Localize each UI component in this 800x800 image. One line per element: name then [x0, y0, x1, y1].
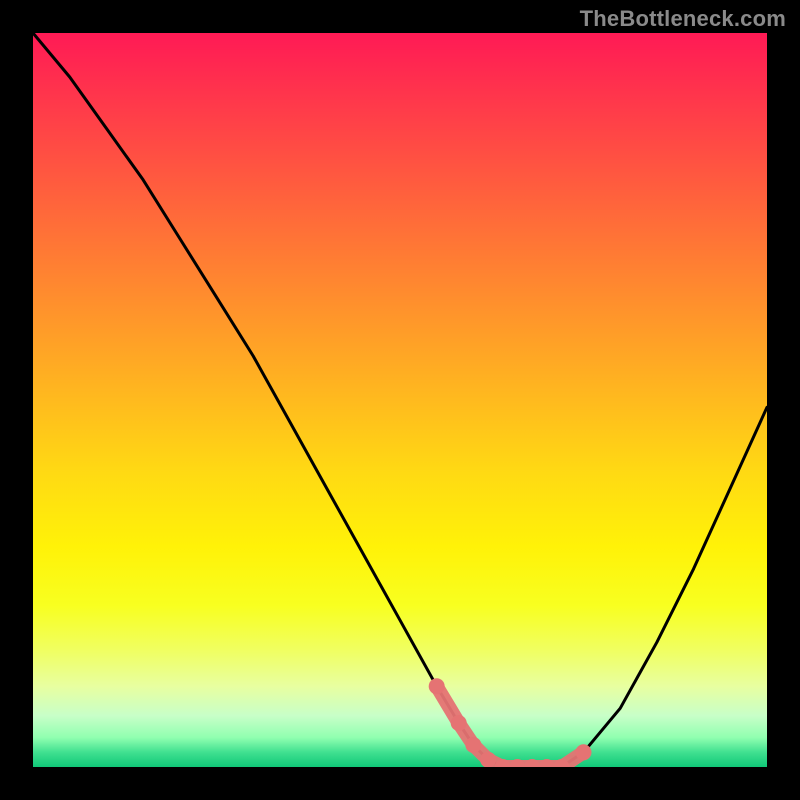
marker-dots	[429, 678, 592, 767]
bottleneck-curve	[33, 33, 767, 767]
plot-area	[33, 33, 767, 767]
marker-dot	[576, 744, 592, 760]
watermark-text: TheBottleneck.com	[580, 6, 786, 32]
marker-dot	[480, 752, 496, 767]
chart-stage: TheBottleneck.com	[0, 0, 800, 800]
marker-dot	[429, 678, 445, 694]
marker-dot	[451, 715, 467, 731]
marker-dot	[465, 737, 481, 753]
curve-layer	[33, 33, 767, 767]
